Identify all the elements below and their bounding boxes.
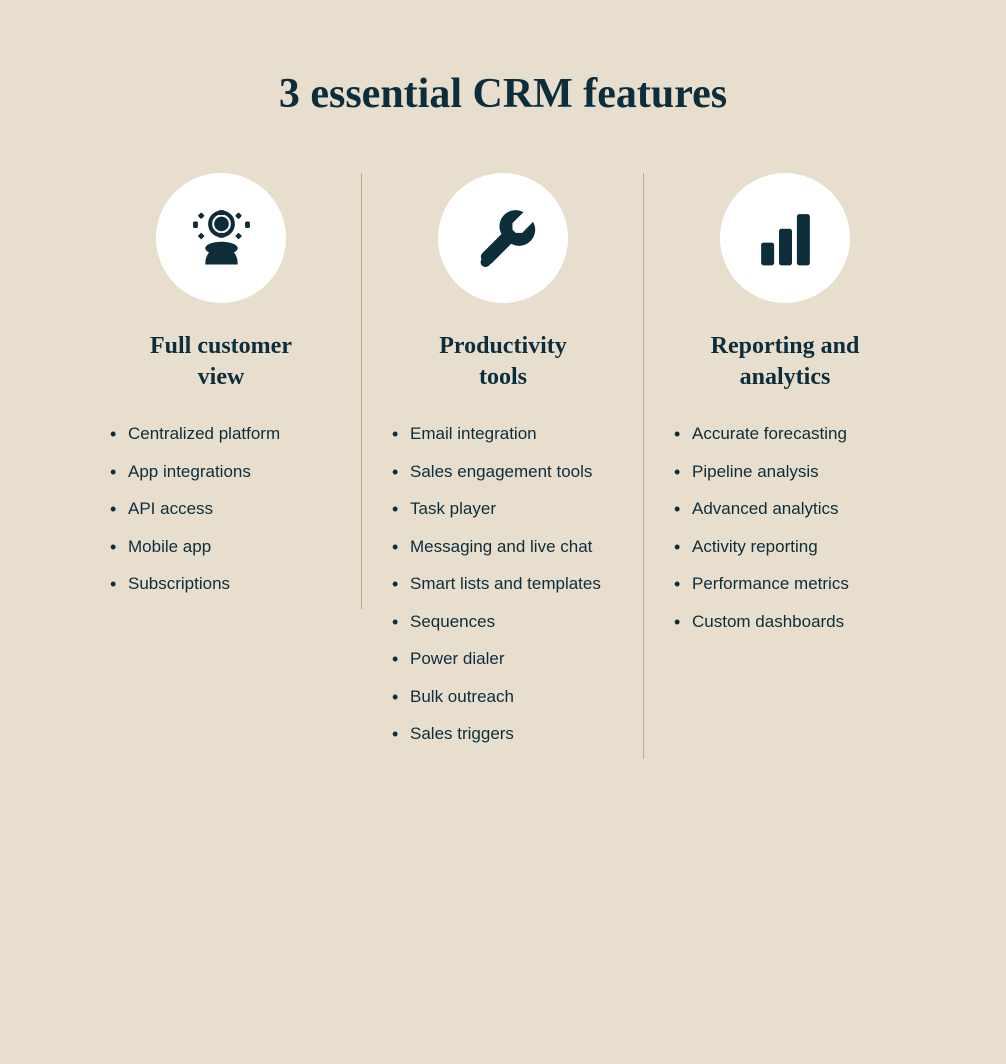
list-item: Bulk outreach — [392, 684, 614, 710]
list-item: Sales triggers — [392, 721, 614, 747]
productivity-list: Email integration Sales engagement tools… — [392, 421, 614, 759]
reporting-icon-circle — [720, 173, 850, 303]
page-title: 3 essential CRM features — [279, 70, 727, 118]
list-item: Sequences — [392, 609, 614, 635]
productivity-title: Productivitytools — [439, 331, 567, 393]
list-item: Subscriptions — [110, 571, 332, 597]
list-item: Task player — [392, 496, 614, 522]
list-item: Mobile app — [110, 534, 332, 560]
productivity-icon-circle — [438, 173, 568, 303]
list-item: Email integration — [392, 421, 614, 447]
columns-layout: Full customerview Centralized platform A… — [80, 173, 926, 759]
list-item: Power dialer — [392, 646, 614, 672]
column-reporting: Reporting andanalytics Accurate forecast… — [644, 173, 926, 646]
list-item: Accurate forecasting — [674, 421, 896, 447]
list-item: Pipeline analysis — [674, 459, 896, 485]
list-item: Advanced analytics — [674, 496, 896, 522]
list-item: Activity reporting — [674, 534, 896, 560]
chart-icon — [753, 206, 818, 271]
customer-view-icon-circle — [156, 173, 286, 303]
list-item: Sales engagement tools — [392, 459, 614, 485]
reporting-list: Accurate forecasting Pipeline analysis A… — [674, 421, 896, 646]
column-customer-view: Full customerview Centralized platform A… — [80, 173, 362, 609]
list-item: Custom dashboards — [674, 609, 896, 635]
reporting-title: Reporting andanalytics — [711, 331, 860, 393]
list-item: API access — [110, 496, 332, 522]
list-item: App integrations — [110, 459, 332, 485]
customer-view-list: Centralized platform App integrations AP… — [110, 421, 332, 609]
column-productivity: Productivitytools Email integration Sale… — [362, 173, 644, 759]
wrench-icon — [471, 206, 536, 271]
list-item: Smart lists and templates — [392, 571, 614, 597]
person-icon — [189, 206, 254, 271]
list-item: Performance metrics — [674, 571, 896, 597]
customer-view-title: Full customerview — [150, 331, 292, 393]
list-item: Centralized platform — [110, 421, 332, 447]
list-item: Messaging and live chat — [392, 534, 614, 560]
page-container: 3 essential CRM features — [20, 20, 986, 1044]
